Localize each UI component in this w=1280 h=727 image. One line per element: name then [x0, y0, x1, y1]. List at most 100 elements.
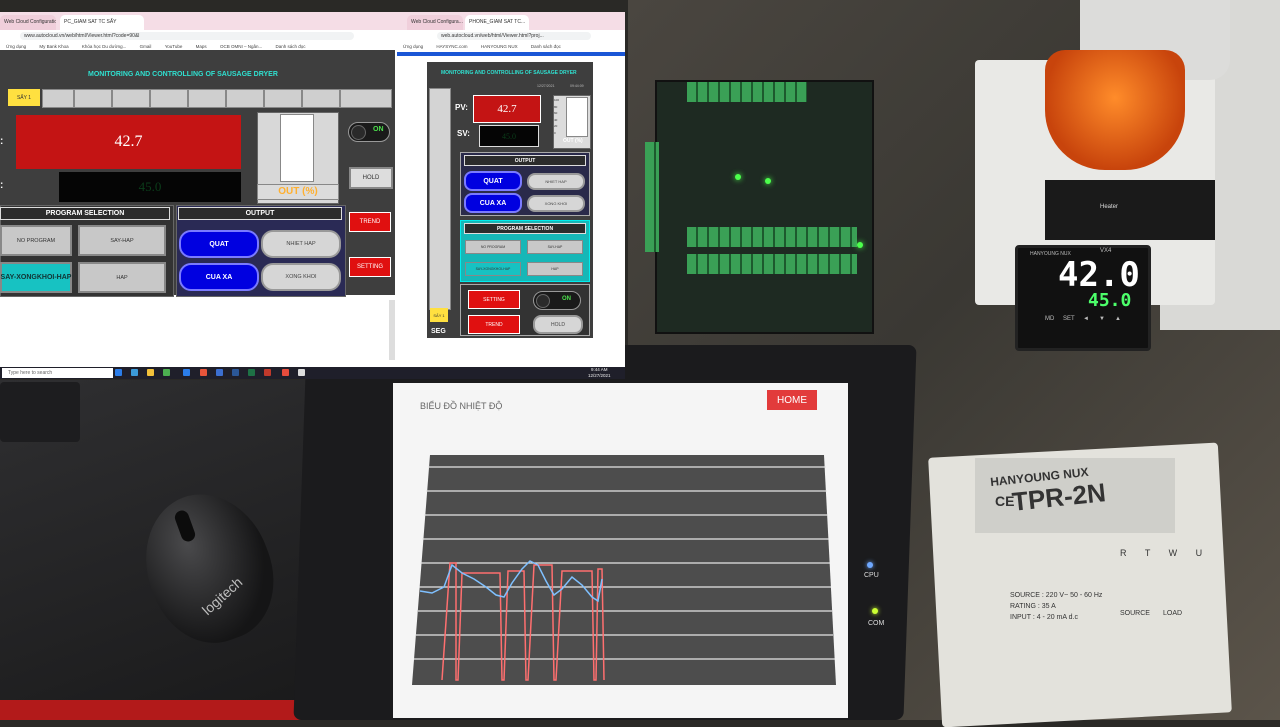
- say-hap-button[interactable]: SAY-HAP: [527, 240, 583, 254]
- controller-button-set[interactable]: SET: [1063, 316, 1075, 322]
- sv-display[interactable]: 45.0: [59, 172, 241, 202]
- app-icon[interactable]: [200, 369, 207, 376]
- hmi-cpu-led: [867, 562, 873, 568]
- edge-icon[interactable]: [131, 369, 138, 376]
- clock-date: 12/27/2021: [588, 373, 611, 378]
- quat-button[interactable]: QUAT: [464, 171, 522, 191]
- out-gauge-bar: [566, 97, 588, 137]
- controller-button-md[interactable]: MD: [1045, 316, 1054, 322]
- on-toggle[interactable]: ON: [348, 122, 390, 142]
- out-percent-label: OUT (%): [257, 184, 339, 200]
- segment-cell: [74, 89, 112, 108]
- regulator-load-label: LOAD: [1163, 610, 1183, 617]
- segment-cell: [150, 89, 188, 108]
- bookmark[interactable]: YouTube: [165, 44, 183, 49]
- scada-desktop-view: MONITORING AND CONTROLLING OF SAUSAGE DR…: [0, 50, 395, 297]
- task-view-icon[interactable]: [115, 369, 122, 376]
- quat-button[interactable]: QUAT: [179, 230, 259, 258]
- toggle-knob: [351, 125, 366, 140]
- bookmark[interactable]: Danh sách đọc: [275, 44, 305, 49]
- regulator-ce-mark: CE: [995, 493, 1015, 509]
- taskbar-search[interactable]: Type here to search: [2, 368, 113, 378]
- word-icon[interactable]: [232, 369, 239, 376]
- terminal-strip-left: [645, 142, 659, 252]
- bookmark[interactable]: HANYOUNG NUX: [481, 44, 518, 49]
- tab-phone-giam-sat[interactable]: PHONE_GIAM SAT TC...: [465, 15, 529, 30]
- say-xongkhoi-hap-button[interactable]: SAY-XONGKHOI-HAP: [465, 262, 521, 276]
- seg-label: SEG: [431, 328, 446, 335]
- sv-display[interactable]: 45.0: [479, 125, 539, 147]
- setting-button[interactable]: SETTING: [349, 257, 391, 277]
- say-1-chip[interactable]: SẤY 1: [8, 89, 40, 106]
- hap-button[interactable]: HAP: [78, 262, 166, 293]
- url-field[interactable]: web.autocloud.vn/web/html/Viewer.html?pr…: [437, 32, 591, 40]
- bookmark[interactable]: Gmail: [140, 44, 152, 49]
- on-toggle[interactable]: ON: [533, 291, 581, 310]
- controller-button-shift[interactable]: ◄: [1083, 316, 1089, 322]
- bookmark[interactable]: Khóa học Du dường...: [82, 44, 127, 49]
- hold-button[interactable]: HOLD: [349, 167, 393, 189]
- xong-khoi-button[interactable]: XONG KHOI: [261, 263, 341, 291]
- setting-button[interactable]: SETTING: [468, 290, 520, 309]
- pv-label: PV:: [455, 103, 468, 112]
- url-field[interactable]: www.autocloud.vn/web/html/Viewer.html?co…: [20, 32, 354, 40]
- segment-cell: [340, 89, 392, 108]
- taskbar-clock[interactable]: 9:44 AM 12/27/2021: [588, 367, 611, 379]
- trend-button[interactable]: TREND: [468, 315, 520, 334]
- bookmarks-bar: Ứng dụng HAYSYNC.com HANYOUNG NUX Danh s…: [397, 42, 625, 52]
- nhiet-hap-button[interactable]: NHIET HAP: [261, 230, 341, 258]
- bookmark[interactable]: Danh sách đọc: [531, 44, 561, 49]
- scrollbar[interactable]: [389, 300, 395, 360]
- cua-xa-button[interactable]: CUA XA: [179, 263, 259, 291]
- gauge-tick: 0: [554, 130, 556, 135]
- hmi-chart-area: [412, 455, 836, 685]
- file-explorer-icon[interactable]: [147, 369, 154, 376]
- bookmark[interactable]: OCB OMNI – Ngân...: [220, 44, 262, 49]
- trend-button[interactable]: TREND: [349, 212, 391, 232]
- hmi-cpu-label: CPU: [864, 572, 879, 579]
- hap-button[interactable]: HAP: [527, 262, 583, 276]
- controller-pv-display: 42.0: [1058, 255, 1140, 295]
- hmi-home-button[interactable]: HOME: [767, 390, 817, 410]
- bookmark[interactable]: Maps: [196, 44, 207, 49]
- say-hap-button[interactable]: SAY-HAP: [78, 225, 166, 256]
- xong-khoi-button[interactable]: XONG KHOI: [527, 195, 585, 212]
- say-xongkhoi-hap-button[interactable]: SAY-XONGKHOI-HAP: [0, 262, 72, 293]
- bookmark[interactable]: HAYSYNC.com: [436, 44, 467, 49]
- segment-cell: [112, 89, 150, 108]
- cua-xa-button[interactable]: CUA XA: [464, 193, 522, 213]
- chrome-icon[interactable]: [163, 369, 170, 376]
- controller-button-down[interactable]: ▼: [1099, 316, 1105, 322]
- app-icon[interactable]: [183, 369, 190, 376]
- excel-icon[interactable]: [248, 369, 255, 376]
- time-readout: 09:44:09: [570, 84, 584, 88]
- no-program-button[interactable]: NO PROGRAM: [0, 225, 72, 256]
- bookmark[interactable]: Ứng dụng: [403, 44, 423, 49]
- tab-web-cloud-configuration[interactable]: Web Cloud Configuration: [0, 15, 56, 30]
- terminal-strip-middle: [687, 227, 857, 247]
- hold-button[interactable]: HOLD: [533, 315, 583, 334]
- page-header-strip: [397, 52, 625, 56]
- no-program-button[interactable]: NO PROGRAM: [465, 240, 521, 254]
- app-icon[interactable]: [282, 369, 289, 376]
- tab-bar: Web Cloud Configura... PHONE_GIAM SAT TC…: [397, 12, 625, 30]
- nhiet-hap-button[interactable]: NHIET HAP: [527, 173, 585, 190]
- app-icon[interactable]: [298, 369, 305, 376]
- regulator-terminals: R T W U: [1120, 548, 1211, 558]
- tab-web-cloud-configuration[interactable]: Web Cloud Configura...: [407, 15, 463, 30]
- gauge-ticks: 100 80 60 40 20 0: [554, 97, 559, 136]
- pv-display: 42.7: [16, 115, 241, 169]
- app-icon[interactable]: [264, 369, 271, 376]
- sv-label-fragment: :: [0, 180, 4, 191]
- relay-block: [1045, 180, 1215, 240]
- tab-bar: Web Cloud Configuration PC_GIAM SAT TC S…: [0, 12, 397, 30]
- segment-cell: [264, 89, 302, 108]
- hmi-temperature-chart: [412, 455, 836, 685]
- tab-pc-giam-sat[interactable]: PC_GIAM SAT TC SẤY: [60, 15, 144, 30]
- app-icon[interactable]: [216, 369, 223, 376]
- bookmark[interactable]: Ứng dụng: [6, 44, 26, 49]
- status-led: [765, 178, 771, 184]
- controller-button-up[interactable]: ▲: [1115, 316, 1121, 322]
- bookmark[interactable]: My Bank Khoa: [39, 44, 68, 49]
- say-1-chip[interactable]: SẤY 1: [430, 308, 448, 322]
